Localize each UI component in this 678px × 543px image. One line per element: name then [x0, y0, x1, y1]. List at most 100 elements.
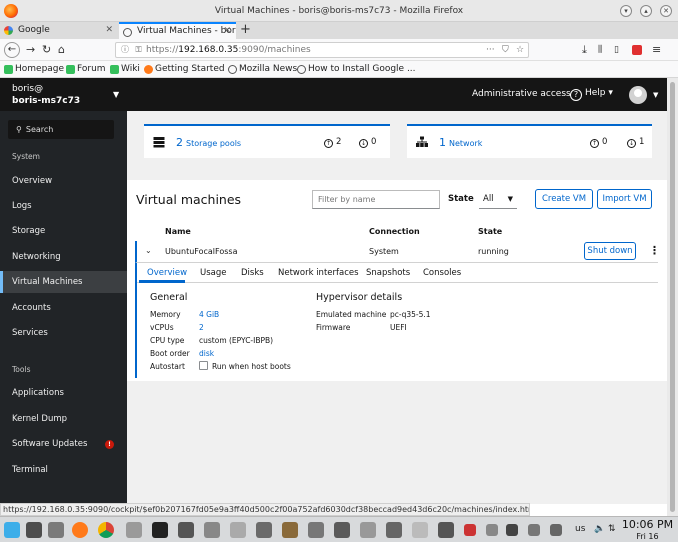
column-header-state[interactable]: State	[478, 227, 502, 236]
bookmark-wiki[interactable]: Wiki	[110, 61, 140, 78]
minimize-icon[interactable]: ▾	[620, 5, 632, 17]
search-input[interactable]: ⚲ Search	[8, 120, 114, 139]
import-vm-button[interactable]: Import VM	[597, 189, 652, 209]
app-taskbar-icon[interactable]	[550, 524, 562, 536]
tab-overview[interactable]: Overview	[147, 268, 187, 278]
clock[interactable]: 10:06 PM Fri 16	[620, 519, 675, 543]
network-link[interactable]: 1 Network	[439, 136, 482, 149]
forward-icon[interactable]: →	[26, 42, 35, 58]
url-bar[interactable]: ⓘ ⚿ https://192.168.0.35:9090/machines ·…	[115, 42, 529, 58]
sidebar-item-logs[interactable]: Logs	[0, 195, 127, 217]
vm-state: running	[478, 247, 509, 256]
firefox-taskbar-icon[interactable]	[72, 522, 88, 538]
column-header-name[interactable]: Name	[165, 227, 191, 236]
library-icon[interactable]: ⫼	[598, 42, 602, 58]
sidebar-item-kernel-dump[interactable]: Kernel Dump	[0, 408, 127, 430]
site-info-icon[interactable]: ⓘ ⚿	[121, 43, 144, 57]
sidebar-item-storage[interactable]: Storage	[0, 220, 127, 242]
sidebar-item-software-updates[interactable]: Software Updates !	[0, 433, 127, 455]
network-tray-icon[interactable]: ⇅	[608, 524, 616, 534]
autostart-checkbox[interactable]	[199, 361, 208, 370]
reload-icon[interactable]: ↻	[42, 42, 51, 58]
pocket-icon[interactable]: ⛉	[502, 43, 509, 57]
app-taskbar-icon[interactable]	[506, 524, 518, 536]
app-taskbar-icon[interactable]	[308, 522, 324, 538]
new-tab-icon[interactable]: +	[240, 22, 251, 38]
app-taskbar-icon[interactable]	[486, 524, 498, 536]
app-launcher-icon[interactable]	[4, 522, 20, 538]
vcpus-value[interactable]: 2	[199, 323, 204, 332]
sidebar-toggle-icon[interactable]: ▯	[614, 42, 619, 58]
sidebar-item-accounts[interactable]: Accounts	[0, 297, 127, 319]
app-taskbar-icon[interactable]	[282, 522, 298, 538]
tab-network-interfaces[interactable]: Network interfaces	[278, 268, 359, 278]
sidebar-item-overview[interactable]: Overview	[0, 170, 127, 192]
bookmark-mozilla-news[interactable]: Mozilla News	[228, 61, 297, 78]
scrollbar-thumb[interactable]	[670, 82, 675, 512]
kebab-menu-icon[interactable]: ⋮	[649, 244, 660, 257]
sidebar-item-applications[interactable]: Applications	[0, 382, 127, 404]
extension-icon[interactable]	[632, 45, 642, 55]
menu-icon[interactable]: ≡	[652, 42, 661, 58]
tab-disks[interactable]: Disks	[241, 268, 264, 278]
app-taskbar-icon[interactable]	[178, 522, 194, 538]
tab-google[interactable]: Google ✕	[0, 22, 118, 39]
bookmark-forum[interactable]: Forum	[66, 61, 106, 78]
app-taskbar-icon[interactable]	[230, 522, 246, 538]
terminal-taskbar-icon[interactable]	[152, 522, 168, 538]
app-taskbar-icon[interactable]	[360, 522, 376, 538]
tab-virtual-machines[interactable]: Virtual Machines - bor ✕	[119, 22, 236, 39]
app-taskbar-icon[interactable]	[464, 524, 476, 536]
caret-down-icon[interactable]: ▼	[653, 91, 658, 99]
boot-order-value[interactable]: disk	[199, 349, 214, 358]
more-actions-icon[interactable]: ···	[486, 43, 495, 57]
app-taskbar-icon[interactable]	[204, 522, 220, 538]
shut-down-button[interactable]: Shut down	[584, 242, 636, 260]
back-icon[interactable]: ←	[4, 42, 20, 58]
volume-icon[interactable]: 🔈	[594, 524, 605, 534]
bookmark-getting-started[interactable]: Getting Started	[144, 61, 225, 78]
vm-name[interactable]: UbuntuFocalFossa	[165, 247, 237, 256]
bookmark-install-google[interactable]: How to Install Google ...	[297, 61, 416, 78]
app-taskbar-icon[interactable]	[256, 522, 272, 538]
create-vm-button[interactable]: Create VM	[535, 189, 593, 209]
state-select[interactable]: All ▼	[479, 190, 517, 209]
app-taskbar-icon[interactable]	[126, 522, 142, 538]
app-taskbar-icon[interactable]	[438, 522, 454, 538]
close-tab-icon[interactable]: ✕	[223, 24, 231, 39]
sidebar-item-virtual-machines[interactable]: Virtual Machines	[0, 271, 127, 293]
close-icon[interactable]: ✕	[660, 5, 672, 17]
close-tab-icon[interactable]: ✕	[105, 22, 113, 39]
bookmark-label: Homepage	[15, 64, 65, 74]
filter-input[interactable]: Filter by name	[312, 190, 440, 209]
tab-snapshots[interactable]: Snapshots	[366, 268, 410, 278]
caret-down-icon[interactable]: ▼	[113, 90, 119, 99]
sidebar-item-services[interactable]: Services	[0, 322, 127, 344]
app-taskbar-icon[interactable]	[412, 522, 428, 538]
storage-pools-link[interactable]: 2 Storage pools	[176, 136, 241, 149]
sidebar-item-networking[interactable]: Networking	[0, 246, 127, 268]
desktop-pager-icon[interactable]	[26, 522, 42, 538]
desktop-pager-icon[interactable]	[48, 522, 64, 538]
help-menu[interactable]: ? Help ▾	[570, 88, 613, 101]
administrative-access-button[interactable]: Administrative access	[472, 89, 571, 99]
app-taskbar-icon[interactable]	[386, 522, 402, 538]
bookmark-star-icon[interactable]: ☆	[516, 43, 524, 57]
avatar[interactable]	[629, 86, 647, 104]
app-taskbar-icon[interactable]	[528, 524, 540, 536]
host-switcher[interactable]: boris@ boris-ms7c73	[12, 83, 80, 107]
tab-usage[interactable]: Usage	[200, 268, 226, 278]
app-taskbar-icon[interactable]	[334, 522, 350, 538]
chrome-taskbar-icon[interactable]	[98, 522, 114, 538]
downloads-icon[interactable]: ⤓	[582, 42, 587, 58]
tab-consoles[interactable]: Consoles	[423, 268, 461, 278]
bookmark-homepage[interactable]: Homepage	[4, 61, 64, 78]
chevron-down-icon[interactable]: ⌄	[145, 246, 152, 255]
memory-value[interactable]: 4 GiB	[199, 310, 219, 319]
column-header-connection[interactable]: Connection	[369, 227, 420, 236]
page-scrollbar[interactable]	[667, 78, 678, 516]
sidebar-item-terminal[interactable]: Terminal	[0, 459, 127, 481]
home-icon[interactable]: ⌂	[58, 42, 65, 58]
keyboard-layout-indicator[interactable]: us	[575, 524, 585, 534]
maximize-icon[interactable]: ▴	[640, 5, 652, 17]
